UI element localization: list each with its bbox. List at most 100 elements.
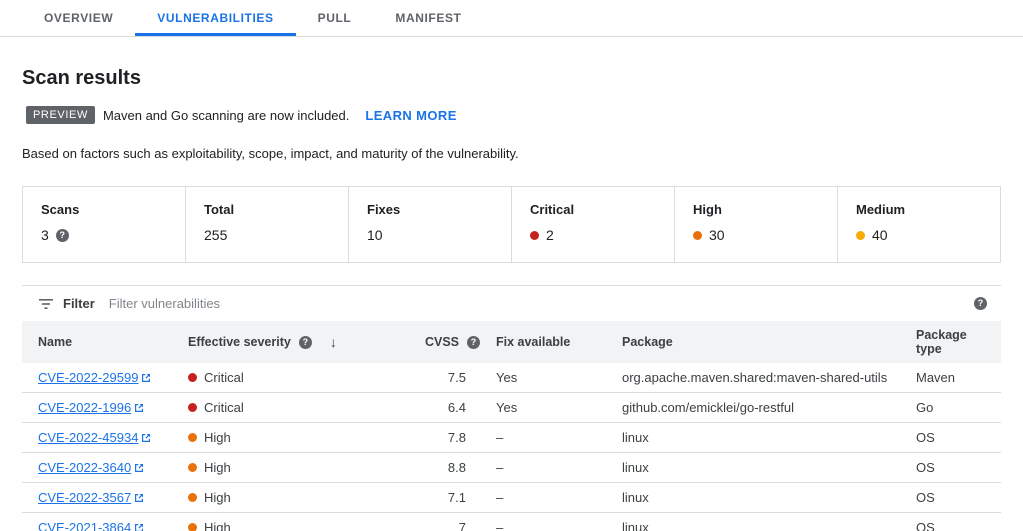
filter-label[interactable]: Filter [63,296,95,311]
tab-bar: OVERVIEW VULNERABILITIES PULL MANIFEST [0,0,1023,37]
cve-link[interactable]: CVE-2022-3567 [38,490,144,505]
cvss-value: 7 [392,513,488,531]
external-link-icon [134,403,144,413]
stat-critical: Critical 2 [511,187,674,262]
stat-medium-label: Medium [856,202,1000,217]
cve-id: CVE-2022-1996 [38,400,131,415]
filter-bar: Filter [22,285,1001,321]
tab-overview[interactable]: OVERVIEW [22,0,135,36]
severity-label: High [204,490,231,505]
preview-text: Maven and Go scanning are now included. [103,108,349,123]
tab-overview-label: OVERVIEW [44,11,113,25]
package-value: org.apache.maven.shared:maven-shared-uti… [614,363,908,393]
severity-label: Critical [204,400,244,415]
header-severity: Effective severity [188,335,291,349]
tab-vulnerabilities-label: VULNERABILITIES [157,11,273,25]
preview-banner: PREVIEW Maven and Go scanning are now in… [26,106,1001,124]
fix-available-value: Yes [488,393,614,423]
cvss-value: 7.1 [392,483,488,513]
cve-link[interactable]: CVE-2022-45934 [38,430,151,445]
tab-manifest-label: MANIFEST [395,11,461,25]
cvss-value: 8.8 [392,453,488,483]
stat-medium: Medium 40 [837,187,1000,262]
high-dot-icon [693,231,702,240]
stat-high: High 30 [674,187,837,262]
package-value: linux [614,483,908,513]
tab-vulnerabilities[interactable]: VULNERABILITIES [135,0,295,36]
external-link-icon [141,373,151,383]
header-package-type: Package type [916,328,967,356]
filter-input[interactable] [109,296,974,311]
stat-critical-value: 2 [546,227,554,243]
table-row: CVE-2022-3640 High 8.8 – linux OS [22,453,1001,483]
severity-label: Critical [204,370,244,385]
package-value: linux [614,453,908,483]
cvss-value: 7.5 [392,363,488,393]
stat-critical-label: Critical [530,202,674,217]
vulnerabilities-table: Name Effective severity CVSS [22,321,1001,531]
cve-link[interactable]: CVE-2021-3864 [38,520,144,531]
high-dot-icon [188,493,197,502]
tab-pull-label: PULL [318,11,352,25]
tab-pull[interactable]: PULL [296,0,374,36]
cve-id: CVE-2022-29599 [38,370,138,385]
stat-total-label: Total [204,202,348,217]
critical-dot-icon [188,373,197,382]
fix-available-value: – [488,483,614,513]
help-icon[interactable] [299,336,312,349]
cve-id: CVE-2022-3640 [38,460,131,475]
help-icon[interactable] [56,229,69,242]
high-dot-icon [188,463,197,472]
page-title: Scan results [22,67,1001,90]
package-type-value: OS [908,423,1001,453]
package-value: github.com/emicklei/go-restful [614,393,908,423]
cve-link[interactable]: CVE-2022-1996 [38,400,144,415]
stat-high-value: 30 [709,227,725,243]
table-row: CVE-2021-3864 High 7 – linux OS [22,513,1001,531]
table-row: CVE-2022-3567 High 7.1 – linux OS [22,483,1001,513]
stats-card: Scans 3 Total 255 Fixes 10 Critical 2 [22,186,1001,263]
cve-id: CVE-2022-45934 [38,430,138,445]
fix-available-value: Yes [488,363,614,393]
table-row: CVE-2022-45934 High 7.8 – linux OS [22,423,1001,453]
high-dot-icon [188,523,197,531]
filter-icon [38,297,54,311]
external-link-icon [134,463,144,473]
stat-scans-value: 3 [41,227,49,243]
package-type-value: Go [908,393,1001,423]
cve-link[interactable]: CVE-2022-29599 [38,370,151,385]
severity-label: High [204,520,231,531]
stat-high-label: High [693,202,837,217]
learn-more-link[interactable]: LEARN MORE [365,108,456,123]
stat-fixes-label: Fixes [367,202,511,217]
stat-fixes-value: 10 [367,227,383,243]
stat-total: Total 255 [185,187,348,262]
table-row: CVE-2022-29599 Critical 7.5 Yes org.apac… [22,363,1001,393]
stat-medium-value: 40 [872,227,888,243]
fix-available-value: – [488,453,614,483]
cve-id: CVE-2021-3864 [38,520,131,531]
stat-fixes: Fixes 10 [348,187,511,262]
header-name: Name [38,335,72,349]
critical-dot-icon [188,403,197,412]
description-text: Based on factors such as exploitability,… [22,146,1001,161]
header-package: Package [622,335,673,349]
cvss-value: 6.4 [392,393,488,423]
sort-descending-icon[interactable] [330,334,337,350]
fix-available-value: – [488,423,614,453]
package-value: linux [614,513,908,531]
external-link-icon [141,433,151,443]
fix-available-value: – [488,513,614,531]
cve-link[interactable]: CVE-2022-3640 [38,460,144,475]
stat-scans: Scans 3 [23,187,185,262]
preview-badge: PREVIEW [26,106,95,124]
table-row: CVE-2022-1996 Critical 6.4 Yes github.co… [22,393,1001,423]
medium-dot-icon [856,231,865,240]
help-icon[interactable] [467,336,480,349]
tab-manifest[interactable]: MANIFEST [373,0,483,36]
external-link-icon [134,493,144,503]
critical-dot-icon [530,231,539,240]
table-header-row: Name Effective severity CVSS [22,321,1001,363]
help-icon[interactable] [974,297,987,310]
header-cvss: CVSS [425,335,459,349]
